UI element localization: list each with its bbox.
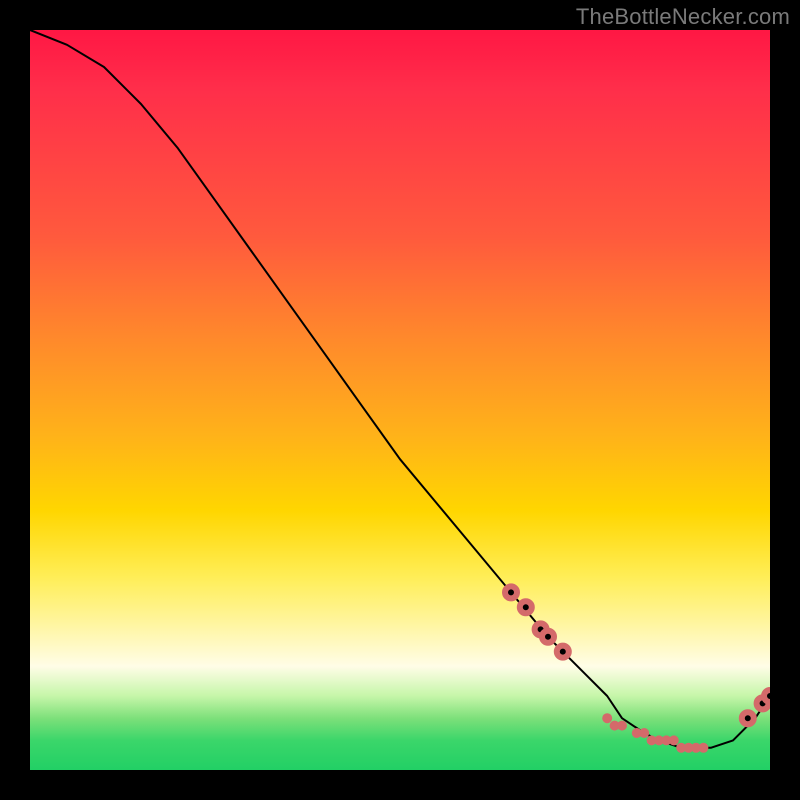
watermark-text: TheBottleNecker.com	[576, 4, 790, 30]
markers-group	[505, 586, 770, 751]
marker-point	[505, 586, 517, 598]
marker-point	[670, 737, 677, 744]
marker-point	[604, 715, 611, 722]
plot-area	[30, 30, 770, 770]
marker-point	[520, 601, 532, 613]
marker-point	[742, 712, 754, 724]
marker-point	[619, 722, 626, 729]
marker-point	[641, 730, 648, 737]
marker-point	[557, 646, 569, 658]
marker-point	[542, 631, 554, 643]
chart-frame: TheBottleNecker.com	[0, 0, 800, 800]
chart-svg	[30, 30, 770, 770]
marker-point	[764, 690, 770, 702]
bottleneck-curve	[30, 30, 770, 748]
marker-point	[700, 744, 707, 751]
